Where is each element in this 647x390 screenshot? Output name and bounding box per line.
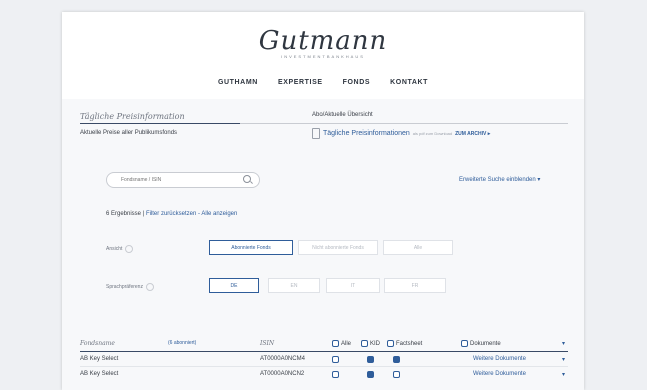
language-option-fr[interactable]: FR: [384, 278, 446, 293]
isin-value: AT0000A0NCM4: [260, 356, 305, 362]
info-icon[interactable]: [145, 283, 154, 291]
isin-value: AT0000A0NCN2: [260, 371, 305, 377]
col-kid-label: KID: [370, 341, 381, 348]
nav-item-kontakt[interactable]: KONTAKT: [390, 79, 428, 86]
show-all-link[interactable]: Alle anzeigen: [201, 211, 237, 217]
col-kid[interactable]: KID: [361, 340, 380, 347]
view-label: Ansicht: [106, 246, 123, 252]
daily-prices-link[interactable]: Tägliche Preisinformationen als pdf zum …: [312, 128, 490, 139]
col-documents[interactable]: Dokumente: [461, 340, 501, 347]
more-documents-link[interactable]: Weitere Dokumente: [473, 371, 526, 377]
results-dash: -: [197, 211, 200, 217]
view-label-group: Ansicht: [106, 245, 134, 253]
chevron-down-icon[interactable]: ▾: [562, 340, 565, 347]
language-option-en[interactable]: EN: [268, 278, 320, 293]
daily-prices-sub: als pdf zum Download: [412, 131, 453, 136]
col-factsheet-label: Factsheet: [396, 341, 423, 348]
page: Gutmann INVESTMENTBANKHAUS GUTHAMN EXPER…: [62, 12, 584, 390]
prices-label: Aktuelle Preise aller Publikumsfonds: [80, 130, 178, 136]
row-checkbox-factsheet[interactable]: [393, 356, 402, 363]
overview-title: Abo/Aktuelle Übersicht: [312, 112, 373, 118]
language-label: Sprachpräferenz: [106, 284, 143, 290]
logo-script: Gutmann: [258, 26, 388, 56]
row-divider: [80, 366, 568, 367]
language-option-de[interactable]: DE: [209, 278, 259, 293]
checkbox-documents[interactable]: [461, 340, 468, 347]
checkbox-all[interactable]: [332, 340, 339, 347]
checkbox-kid[interactable]: [361, 340, 368, 347]
search-field[interactable]: [106, 172, 260, 188]
fund-name[interactable]: AB Key Select: [80, 371, 118, 377]
chevron-down-icon[interactable]: ▾: [562, 371, 565, 378]
nav-item-guthamn[interactable]: GUTHAMN: [218, 79, 258, 86]
col-fund-name[interactable]: Fondsname: [80, 340, 115, 347]
col-all-label: Alle: [341, 341, 352, 348]
row-checkbox-kid[interactable]: [367, 371, 376, 378]
col-documents-label: Dokumente: [470, 341, 501, 348]
subscribed-count: (6 abonniert): [168, 340, 197, 346]
section-title: Tägliche Preisinformation: [80, 112, 185, 121]
col-all[interactable]: Alle: [332, 340, 351, 347]
divider-accent: [80, 123, 240, 124]
fund-name[interactable]: AB Key Select: [80, 356, 118, 362]
view-option-all[interactable]: Alle: [383, 240, 453, 255]
table-header-line: [80, 351, 568, 352]
extended-search-toggle[interactable]: Erweiterte Suche einblenden ▾: [459, 176, 540, 183]
nav-item-fonds[interactable]: FONDS: [343, 79, 371, 86]
col-isin[interactable]: ISIN: [260, 340, 274, 347]
table-row: AB Key Select AT0000A0NCM4 Weitere Dokum…: [80, 353, 568, 366]
view-option-unsubscribed[interactable]: Nicht abonnierte Fonds: [298, 240, 378, 255]
archive-link[interactable]: ZUM ARCHIV ▸: [455, 131, 490, 137]
table-row: AB Key Select AT0000A0NCN2 Weitere Dokum…: [80, 368, 568, 381]
reset-filter-link[interactable]: Filter zurücksetzen: [146, 211, 196, 217]
info-icon[interactable]: [125, 245, 134, 253]
results-count: 6 Ergebnisse: [106, 211, 142, 217]
daily-prices-title[interactable]: Tägliche Preisinformationen: [323, 130, 410, 137]
row-checkbox-factsheet[interactable]: [393, 371, 402, 378]
results-bar: 6 Ergebnisse | Filter zurücksetzen - All…: [106, 211, 237, 217]
table-header: Fondsname (6 abonniert) ISIN Alle KID Fa…: [80, 338, 568, 350]
checkbox-factsheet[interactable]: [387, 340, 394, 347]
nav-item-expertise[interactable]: EXPERTISE: [278, 79, 323, 86]
more-documents-link[interactable]: Weitere Dokumente: [473, 356, 526, 362]
col-factsheet[interactable]: Factsheet: [387, 340, 422, 347]
logo-subtitle: INVESTMENTBANKHAUS: [281, 54, 365, 59]
chevron-down-icon[interactable]: ▾: [562, 356, 565, 363]
row-checkbox-all[interactable]: [332, 371, 341, 378]
main-nav: GUTHAMN EXPERTISE FONDS KONTAKT: [62, 79, 584, 86]
search-icon[interactable]: [243, 175, 251, 183]
logo[interactable]: Gutmann INVESTMENTBANKHAUS: [62, 26, 584, 59]
document-icon: [312, 128, 320, 139]
language-option-it[interactable]: IT: [326, 278, 380, 293]
language-label-group: Sprachpräferenz: [106, 283, 154, 291]
results-separator: |: [142, 211, 145, 217]
search-input[interactable]: [119, 176, 243, 184]
view-option-subscribed[interactable]: Abonnierte Fonds: [209, 240, 293, 255]
row-checkbox-all[interactable]: [332, 356, 341, 363]
row-checkbox-kid[interactable]: [367, 356, 376, 363]
